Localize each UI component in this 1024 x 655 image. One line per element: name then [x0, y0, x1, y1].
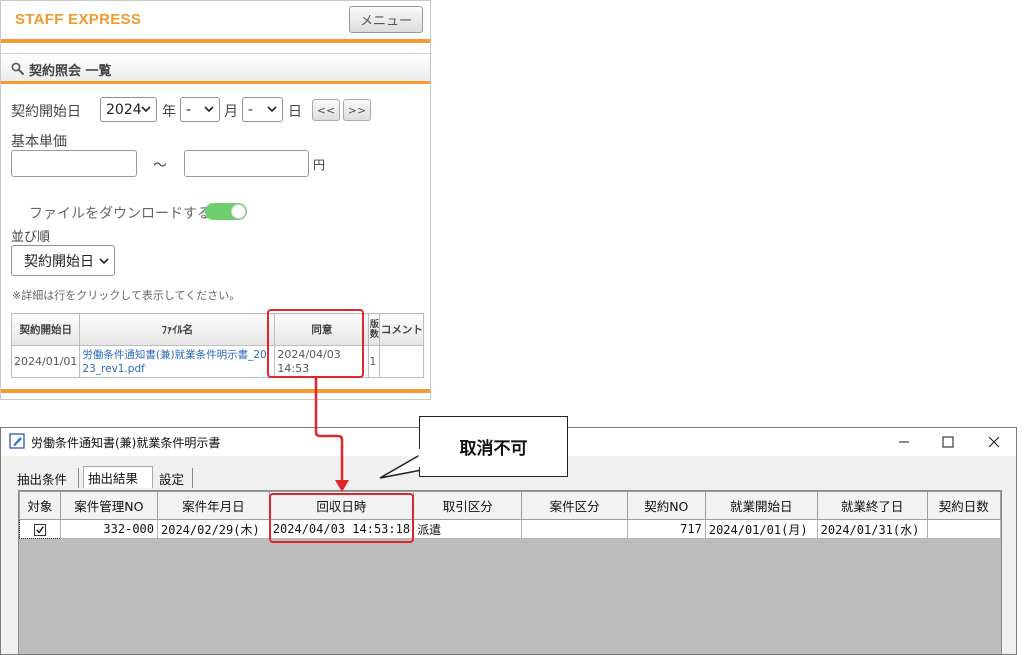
cell-days — [926, 519, 1001, 539]
download-toggle[interactable] — [205, 203, 247, 220]
year-select[interactable]: 2024 — [100, 97, 157, 122]
col-header-case-date[interactable]: 案件年月日 — [157, 491, 270, 520]
section-header: 契約照会 一覧 — [1, 53, 430, 83]
cell-case-date: 2024/02/29(木) — [157, 519, 270, 539]
month-suffix: 月 — [224, 104, 238, 120]
month-select[interactable]: - — [180, 97, 220, 122]
row-checkbox[interactable] — [33, 523, 46, 536]
page-title: 契約照会 一覧 — [29, 64, 112, 79]
sort-label: 並び順 — [11, 230, 51, 245]
help-note: ※詳細は行をクリックして表示してください。 — [12, 289, 241, 302]
col-header-start: 契約開始日 — [10, 313, 81, 346]
chevron-down-icon — [204, 106, 214, 113]
cell-case-type — [521, 519, 628, 539]
col-header-trade-type[interactable]: 取引区分 — [413, 491, 523, 520]
cell-work-end: 2024/01/31(水) — [816, 519, 928, 539]
results-grid: 対象 案件管理NO 案件年月日 回収日時 取引区分 案件区分 契約NO 就業開始… — [19, 491, 1001, 539]
unit-price-label: 基本単価 — [11, 134, 67, 150]
footer-divider — [1, 389, 430, 393]
document-edit-icon — [9, 433, 25, 449]
table-row[interactable]: 332-000 2024/02/29(木) 2024/04/03 14:53:1… — [19, 519, 1001, 539]
tab-extract-results[interactable]: 抽出結果 — [83, 466, 153, 488]
search-icon — [11, 62, 25, 76]
checkmark-icon — [36, 525, 44, 534]
maximize-icon[interactable] — [938, 432, 958, 452]
chevron-down-icon — [141, 106, 151, 113]
results-grid-area: 対象 案件管理NO 案件年月日 回収日時 取引区分 案件区分 契約NO 就業開始… — [18, 490, 1002, 654]
col-header-contract-no[interactable]: 契約NO — [626, 491, 706, 520]
chevron-down-icon — [99, 258, 109, 265]
prev-button[interactable]: << — [312, 99, 340, 121]
section-divider — [1, 81, 430, 84]
sort-select-value: 契約開始日 — [24, 253, 94, 270]
tab-extract-conditions[interactable]: 抽出条件 — [13, 468, 79, 488]
collected-at-highlight-box — [269, 493, 414, 543]
col-header-target[interactable]: 対象 — [19, 491, 61, 520]
range-tilde: ～ — [153, 158, 167, 174]
header-divider — [1, 39, 430, 43]
start-date-label: 契約開始日 — [11, 104, 81, 120]
col-header-case-no[interactable]: 案件管理NO — [59, 491, 159, 520]
col-header-work-start[interactable]: 就業開始日 — [704, 491, 818, 520]
cell-version: 1 — [368, 345, 381, 378]
callout-box: 取消不可 — [419, 416, 568, 477]
cell-target[interactable] — [19, 519, 61, 539]
cell-work-start: 2024/01/01(月) — [704, 519, 818, 539]
cell-trade-type: 派遣 — [413, 519, 523, 539]
tab-settings[interactable]: 設定 — [155, 468, 193, 488]
unit-price-min-input[interactable] — [11, 150, 137, 177]
month-select-value: - — [186, 101, 192, 118]
day-suffix: 日 — [288, 104, 302, 120]
brand-logo: STAFF EXPRESS — [15, 11, 142, 28]
col-header-case-type[interactable]: 案件区分 — [521, 491, 628, 520]
year-suffix: 年 — [162, 104, 176, 120]
download-label: ファイルをダウンロードする — [29, 206, 211, 222]
col-header-version: 版数 — [368, 313, 381, 346]
agree-highlight-box — [267, 309, 364, 378]
grid-header-row: 対象 案件管理NO 案件年月日 回収日時 取引区分 案件区分 契約NO 就業開始… — [19, 491, 1001, 520]
day-select[interactable]: - — [242, 97, 283, 122]
col-header-work-end[interactable]: 就業終了日 — [816, 491, 928, 520]
day-select-value: - — [248, 101, 254, 118]
menu-button[interactable]: メニュー — [349, 6, 423, 33]
yen-label: 円 — [313, 158, 326, 172]
cell-contract-no: 717 — [626, 519, 706, 539]
toggle-knob — [231, 204, 246, 219]
chevron-down-icon — [267, 106, 277, 113]
year-select-value: 2024 — [106, 101, 142, 118]
cell-start: 2024/01/01 — [10, 345, 81, 378]
cell-case-no: 332-000 — [59, 519, 159, 539]
col-header-days[interactable]: 契約日数 — [926, 491, 1001, 520]
web-panel: STAFF EXPRESS メニュー 契約照会 一覧 契約開始日 2024 年 … — [0, 0, 431, 400]
header-bar: STAFF EXPRESS メニュー — [1, 1, 430, 39]
cell-comment — [379, 345, 425, 378]
file-link[interactable]: 労働条件通知書(兼)就業条件明示書_2023_rev1.pdf — [79, 345, 276, 378]
col-header-comment: コメント — [379, 313, 425, 346]
minimize-icon[interactable] — [894, 432, 914, 452]
col-header-file: ﾌｧｲﾙ名 — [79, 313, 276, 346]
next-button[interactable]: >> — [343, 99, 371, 121]
close-icon[interactable] — [984, 432, 1004, 452]
window-title: 労働条件通知書(兼)就業条件明示書 — [31, 436, 221, 450]
sort-select[interactable]: 契約開始日 — [11, 245, 115, 276]
unit-price-max-input[interactable] — [184, 150, 309, 177]
